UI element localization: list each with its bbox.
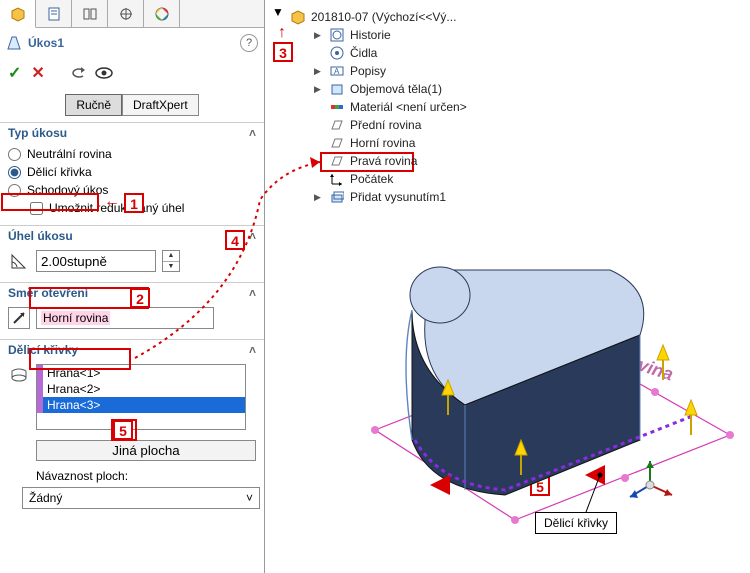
annotation-box-1: [1, 193, 99, 211]
eye-icon[interactable]: [93, 62, 115, 84]
tree-history[interactable]: ▶ Historie: [290, 26, 530, 44]
mode-draftxpert-button[interactable]: DraftXpert: [122, 94, 199, 116]
undo-icon[interactable]: [67, 62, 89, 84]
annotation-icon: A: [329, 63, 345, 79]
section-type-header[interactable]: Typ úkosu ˄: [0, 122, 264, 143]
expand-icon[interactable]: ▶: [314, 66, 324, 77]
annotation-number-4: 4: [225, 230, 245, 250]
angle-icon: [8, 250, 30, 272]
expand-icon[interactable]: ▶: [314, 192, 324, 203]
annotation-number-5: 5: [113, 420, 133, 440]
continuity-value: Žádný: [29, 491, 62, 505]
annotation-arrow-1: ←: [104, 193, 120, 211]
svg-text:A: A: [334, 67, 340, 76]
tree-top-plane[interactable]: Horní rovina: [290, 134, 530, 152]
tree-history-label: Historie: [350, 28, 391, 42]
tree-material[interactable]: Materiál <není určen>: [290, 98, 530, 116]
confirm-row: ✓ ✕: [0, 58, 264, 94]
plane-icon: [329, 117, 345, 133]
expand-icon[interactable]: ▶: [314, 30, 324, 41]
chevron-down-icon: ˅: [246, 491, 253, 505]
material-icon: [329, 99, 345, 115]
tree-origin-label: Počátek: [350, 172, 393, 186]
continuity-combo[interactable]: Žádný ˅: [22, 487, 260, 509]
tab-feature-icon[interactable]: [0, 0, 36, 28]
tree-root[interactable]: 201810-07 (Výchozí<<Vý...: [290, 8, 530, 26]
tree-extrude[interactable]: ▶ Přidat vysunutím1: [290, 188, 530, 206]
cancel-button[interactable]: ✕: [31, 63, 44, 83]
panel-tabbar: [0, 0, 264, 28]
extrude-icon: [329, 189, 345, 205]
part-icon: [290, 9, 306, 25]
draft-icon: [6, 35, 22, 51]
help-icon[interactable]: ?: [240, 34, 258, 52]
tree-root-label: 201810-07 (Výchozí<<Vý...: [311, 10, 456, 24]
chevron-up-icon: ˄: [249, 229, 256, 243]
tree-extrude-label: Přidat vysunutím1: [350, 190, 446, 204]
chevron-up-icon: ˄: [249, 126, 256, 140]
tab-display-icon[interactable]: [72, 0, 108, 28]
sensor-icon: [329, 45, 345, 61]
feature-tree: 201810-07 (Výchozí<<Vý... ▶ Historie Čid…: [290, 8, 530, 206]
other-face-button[interactable]: Jiná plocha: [36, 440, 256, 461]
tree-annotations[interactable]: ▶ A Popisy: [290, 62, 530, 80]
direction-value: Horní rovina: [41, 311, 110, 325]
tree-sensors-label: Čidla: [350, 46, 377, 60]
radio-neutral-plane[interactable]: Neutrální rovina: [8, 147, 256, 161]
feature-name: Úkos1: [28, 36, 64, 50]
parting-curve-listbox[interactable]: Hrana<1> Hrana<2> Hrana<3>: [36, 364, 246, 430]
origin-icon: [329, 171, 345, 187]
tree-annotations-label: Popisy: [350, 64, 386, 78]
body-icon: [329, 81, 345, 97]
tree-right-plane[interactable]: Pravá rovina: [290, 152, 530, 170]
parting-curve-icon: [8, 364, 30, 386]
tree-front-label: Přední rovina: [350, 118, 421, 132]
plane-icon: [329, 135, 345, 151]
list-item[interactable]: Hrana<3>: [37, 397, 245, 413]
feature-header: Úkos1 ?: [0, 28, 264, 58]
reverse-direction-button[interactable]: [8, 307, 30, 329]
ok-button[interactable]: ✓: [8, 63, 21, 83]
tree-bodies[interactable]: ▶ Objemová těla(1): [290, 80, 530, 98]
radio-parting-line-label: Dělicí křivka: [27, 165, 92, 179]
radio-neutral-plane-input[interactable]: [8, 148, 21, 161]
radio-neutral-plane-label: Neutrální rovina: [27, 147, 112, 161]
angle-input[interactable]: [36, 250, 156, 272]
expand-icon[interactable]: ▶: [314, 84, 324, 95]
annotation-number-1: 1: [124, 193, 144, 213]
section-angle-label: Úhel úkosu: [8, 229, 73, 243]
tree-sensors[interactable]: Čidla: [290, 44, 530, 62]
continuity-label: Návaznost ploch:: [8, 469, 256, 483]
direction-field[interactable]: Horní rovina: [36, 307, 214, 329]
viewport-3d[interactable]: Horní rovina: [300, 230, 740, 570]
tab-config-icon[interactable]: [36, 0, 72, 28]
angle-spinner[interactable]: ▲▼: [162, 250, 180, 272]
tab-appearance-icon[interactable]: [144, 0, 180, 28]
section-type-label: Typ úkosu: [8, 126, 67, 140]
radio-parting-line[interactable]: Dělicí křivka: [8, 165, 256, 179]
annotation-box-direction: [29, 348, 131, 370]
tree-bodies-label: Objemová těla(1): [350, 82, 442, 96]
tree-top-label: Horní rovina: [350, 136, 415, 150]
chevron-up-icon: ˄: [249, 286, 256, 300]
plane-icon: [329, 153, 345, 169]
tree-origin[interactable]: Počátek: [290, 170, 530, 188]
tree-right-label: Pravá rovina: [350, 154, 417, 168]
history-icon: [329, 27, 345, 43]
panel-dropdown-icon[interactable]: ▼: [272, 5, 284, 19]
radio-parting-line-input[interactable]: [8, 166, 21, 179]
mode-bar: Ručně DraftXpert: [0, 94, 264, 116]
tree-material-label: Materiál <není určen>: [350, 100, 467, 114]
annotation-number-2: 2: [130, 288, 150, 308]
viewport-callout: Dělicí křivky: [535, 512, 617, 534]
section-angle-body: ▲▼: [0, 246, 264, 282]
list-item-empty[interactable]: [37, 413, 245, 429]
chevron-up-icon: ˄: [249, 343, 256, 357]
tab-dimxpert-icon[interactable]: [108, 0, 144, 28]
list-item[interactable]: Hrana<2>: [37, 381, 245, 397]
annotation-arrow-3: ↑: [278, 24, 286, 42]
tree-front-plane[interactable]: Přední rovina: [290, 116, 530, 134]
mode-manual-button[interactable]: Ručně: [65, 94, 122, 116]
